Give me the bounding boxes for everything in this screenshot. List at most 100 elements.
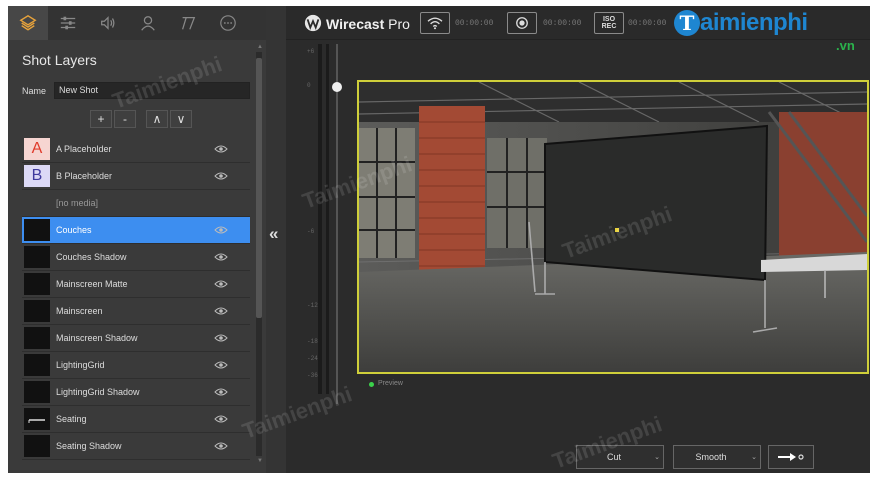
app-title: Wirecast Pro [326, 16, 410, 32]
iso-rec-label: REC [601, 23, 617, 30]
layer-label: LightingGrid Shadow [56, 387, 140, 397]
visibility-eye-icon[interactable] [214, 306, 228, 316]
audio-meter-right [326, 44, 329, 394]
collapse-panel-button[interactable]: « [269, 224, 278, 244]
layer-thumbnail [24, 408, 50, 430]
layer-label: [no media] [56, 198, 99, 208]
layer-thumbnail [24, 354, 50, 376]
record-time: 00:00:00 [543, 19, 582, 28]
layer-label: Couches Shadow [56, 252, 127, 262]
layer-row[interactable]: Mainscreen Shadow [22, 325, 250, 352]
watermark-suffix: .vn [836, 38, 855, 53]
layer-label: Seating Shadow [56, 441, 122, 451]
scroll-down-arrow[interactable]: ▼ [257, 458, 263, 464]
move-up-button[interactable]: ∧ [146, 110, 168, 128]
visibility-eye-icon[interactable] [214, 360, 228, 370]
iso-time: 00:00:00 [628, 19, 667, 28]
add-layer-button[interactable]: + [90, 110, 112, 128]
visibility-eye-icon[interactable] [214, 171, 228, 181]
meter-tick-label: -12 [307, 302, 318, 309]
visibility-eye-icon[interactable] [214, 279, 228, 289]
audio-meter-left [318, 44, 322, 394]
stream-time: 00:00:00 [455, 19, 494, 28]
layer-row[interactable]: Couches Shadow [22, 244, 250, 271]
name-label: Name [22, 86, 47, 96]
layer-label: Mainscreen [56, 306, 103, 316]
layer-row[interactable]: Mainscreen [22, 298, 250, 325]
layer-thumbnail: B [24, 165, 50, 187]
panel-icon-tabs [8, 6, 268, 40]
layer-label: Seating [56, 414, 87, 424]
visibility-eye-icon[interactable] [214, 225, 228, 235]
layer-label: A Placeholder [56, 144, 112, 154]
layer-label: Mainscreen Matte [56, 279, 128, 289]
chevron-down-icon: ⌄ [654, 454, 660, 461]
scroll-up-arrow[interactable]: ▲ [257, 44, 263, 50]
visibility-eye-icon[interactable] [214, 333, 228, 343]
layer-row[interactable]: LightingGrid [22, 352, 250, 379]
layer-thumbnail [24, 300, 50, 322]
iso-record-button[interactable]: ISO REC [594, 12, 624, 34]
layer-thumbnail: A [24, 138, 50, 160]
volume-slider-track[interactable] [336, 44, 338, 404]
speaker-icon[interactable] [88, 6, 128, 40]
layer-thumbnail [24, 381, 50, 403]
wifi-icon [427, 17, 443, 30]
meter-tick-label: -24 [307, 355, 318, 362]
visibility-eye-icon[interactable] [214, 144, 228, 154]
visibility-eye-icon[interactable] [214, 387, 228, 397]
watermark-logo: Taimienphi [674, 9, 808, 37]
meter-tick-label: +6 [307, 48, 315, 55]
layer-row[interactable]: LightingGrid Shadow [22, 379, 250, 406]
sliders-icon[interactable] [48, 6, 88, 40]
layer-thumbnail [24, 327, 50, 349]
layer-label: LightingGrid [56, 360, 105, 370]
more-icon[interactable] [208, 6, 248, 40]
layer-label: Couches [56, 225, 92, 235]
watermark-text: aimienphi [700, 9, 808, 36]
volume-slider-knob[interactable] [332, 82, 342, 92]
layer-thumbnail [24, 435, 50, 457]
move-down-button[interactable]: ∨ [170, 110, 192, 128]
scrollbar-thumb[interactable] [256, 58, 262, 318]
record-button[interactable] [507, 12, 537, 34]
add-remove-group: + - [90, 110, 136, 128]
preview-status-dot [369, 382, 374, 387]
meter-tick-label: -36 [307, 372, 318, 379]
go-transition-button[interactable] [768, 445, 814, 469]
layer-thumbnail [24, 273, 50, 295]
smooth-label: Smooth [695, 452, 727, 462]
titles-icon[interactable] [168, 6, 208, 40]
brand-name: Wirecast [326, 16, 385, 32]
preview-label: Preview [378, 380, 403, 387]
layer-row[interactable]: A A Placeholder [22, 136, 250, 163]
watermark-letter: T [674, 10, 700, 36]
layer-list: A A Placeholder B B Placeholder [no media] Co… [22, 136, 250, 460]
layer-thumbnail [24, 192, 50, 214]
visibility-eye-icon[interactable] [214, 414, 228, 424]
visibility-eye-icon[interactable] [214, 252, 228, 262]
arrow-right-icon [778, 453, 804, 461]
meter-tick-label: -18 [307, 338, 318, 345]
layers-icon[interactable] [8, 6, 48, 40]
chevron-down-icon: ⌄ [751, 454, 757, 461]
visibility-eye-icon[interactable] [214, 441, 228, 451]
wirecast-logo-icon [304, 14, 322, 32]
layer-row[interactable]: [no media] [22, 190, 250, 217]
layer-row[interactable]: Seating [22, 406, 250, 433]
layer-row[interactable]: Seating Shadow [22, 433, 250, 460]
iso-label: ISO [602, 16, 616, 23]
layer-row[interactable]: Mainscreen Matte [22, 271, 250, 298]
layer-thumbnail [24, 219, 50, 241]
panel-title: Shot Layers [22, 52, 97, 68]
meter-tick-label: -6 [307, 228, 315, 235]
layer-label: Mainscreen Shadow [56, 333, 138, 343]
layer-row[interactable]: Couches [22, 217, 250, 244]
user-icon[interactable] [128, 6, 168, 40]
stream-button[interactable] [420, 12, 450, 34]
layer-row[interactable]: B B Placeholder [22, 163, 250, 190]
meter-tick-label: 0 [307, 82, 311, 89]
smooth-transition-select[interactable]: Smooth ⌄ [673, 445, 761, 469]
record-icon [516, 17, 528, 29]
edition-name: Pro [388, 16, 410, 32]
